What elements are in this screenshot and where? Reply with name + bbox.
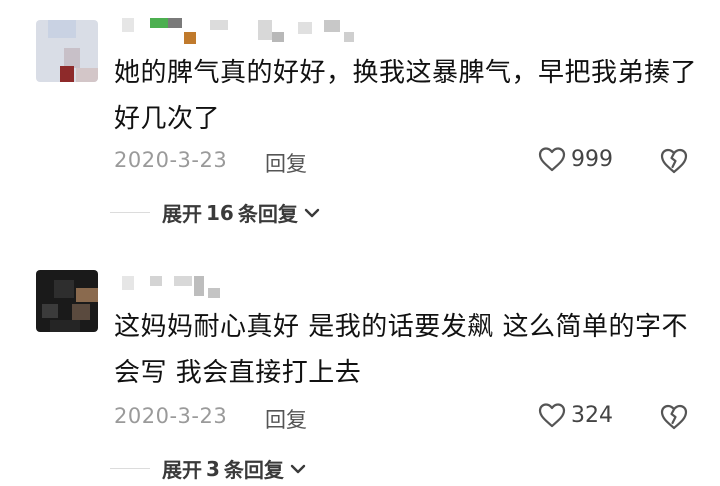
broken-heart-icon[interactable] (658, 401, 690, 431)
avatar[interactable] (36, 270, 98, 332)
like-count: 999 (571, 146, 613, 172)
chevron-down-icon (304, 208, 320, 217)
expand-suffix: 条回复 (223, 458, 284, 482)
expand-replies-button[interactable]: 展开 3 条回复 (110, 454, 306, 483)
like-count: 324 (571, 402, 613, 428)
expand-count: 16 (206, 200, 234, 225)
divider-line (110, 467, 150, 470)
reply-button[interactable]: 回复 (265, 404, 307, 434)
expand-replies-button[interactable]: 展开 16 条回复 (110, 198, 320, 227)
heart-outline-icon (538, 147, 566, 172)
like-button[interactable]: 324 (537, 401, 613, 429)
heart-outline-icon (538, 403, 566, 428)
reply-button[interactable]: 回复 (265, 148, 307, 178)
expand-count: 3 (206, 456, 220, 481)
comment-date: 2020-3-23 (114, 148, 228, 172)
comment-text: 她的脾气真的好好，换我这暴脾气，早把我弟揍了好几次了 (114, 58, 698, 134)
like-button[interactable]: 999 (537, 145, 613, 173)
comment-date: 2020-3-23 (114, 404, 228, 428)
expand-prefix: 展开 (162, 202, 202, 226)
expand-suffix: 条回复 (237, 202, 298, 226)
expand-prefix: 展开 (162, 458, 202, 482)
username-blurred[interactable] (118, 18, 378, 46)
broken-heart-icon[interactable] (658, 145, 690, 175)
comment-text: 这妈妈耐心真好 是我的话要发飙 这么简单的字不会写 我会直接打上去 (114, 312, 689, 388)
divider-line (110, 211, 150, 214)
chevron-down-icon (290, 464, 306, 473)
username-blurred[interactable] (118, 276, 378, 304)
comment-item: 这妈妈耐心真好 是我的话要发飙 这么简单的字不会写 我会直接打上去 2020-3… (0, 250, 720, 486)
avatar[interactable] (36, 20, 98, 82)
comment-item: 她的脾气真的好好，换我这暴脾气，早把我弟揍了好几次了 2020-3-23 回复 … (0, 0, 720, 240)
